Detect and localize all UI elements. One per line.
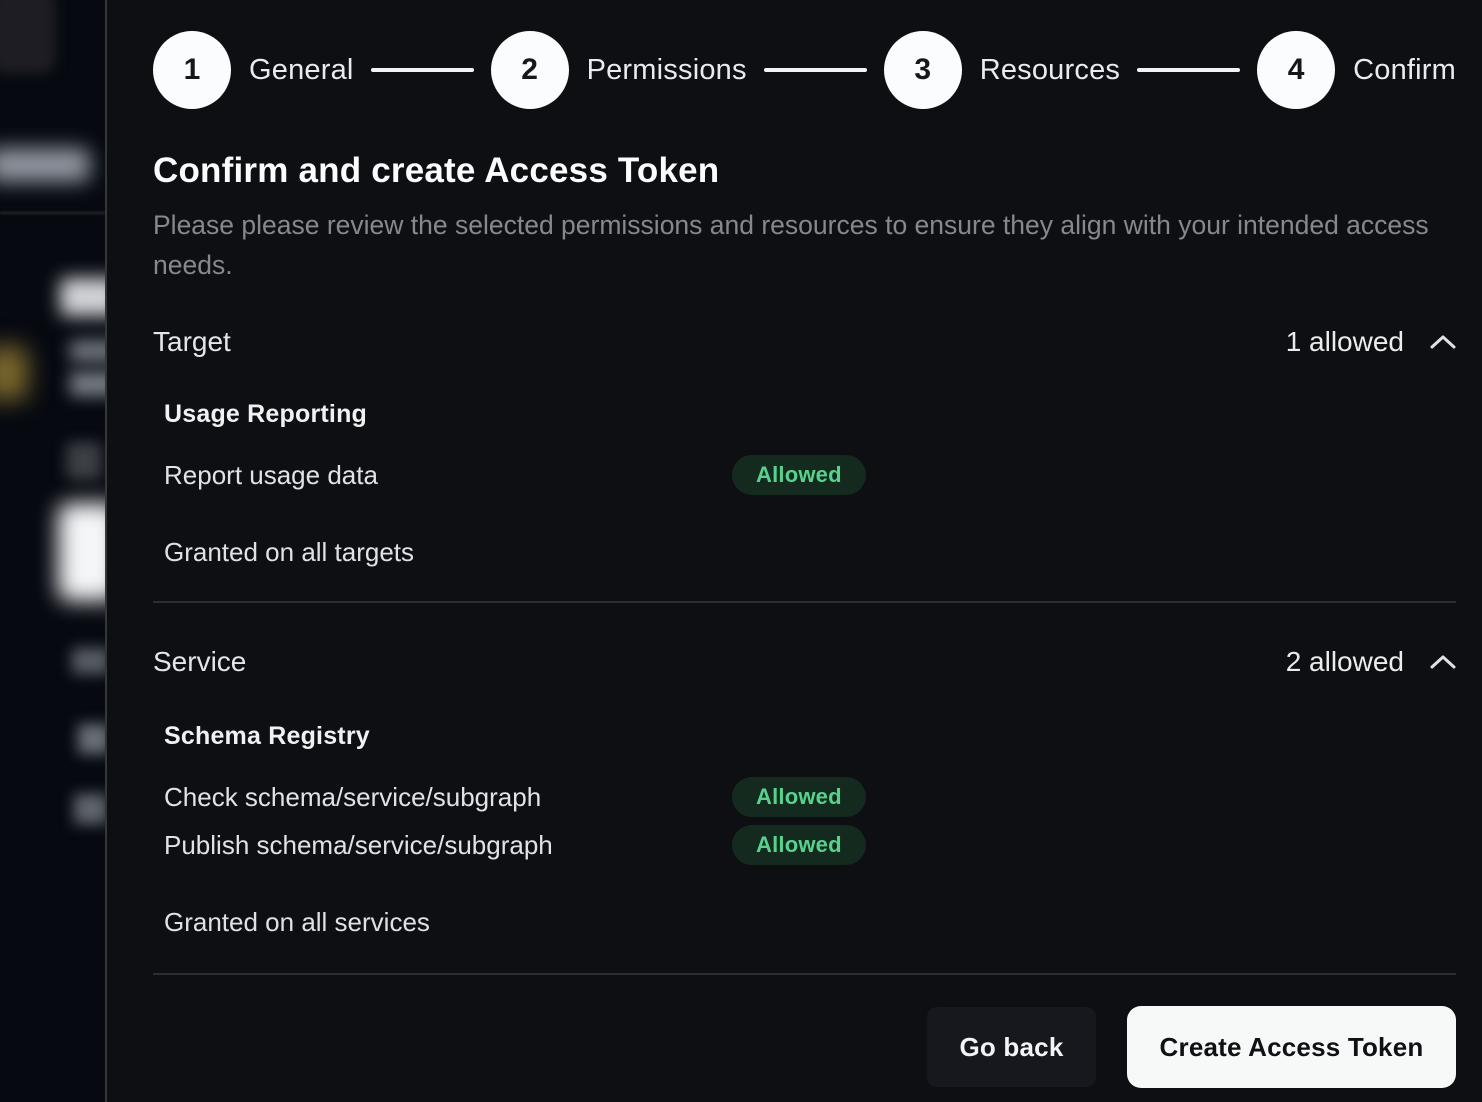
granted-note-targets: Granted on all targets <box>153 537 1456 567</box>
allowed-count: 1 allowed <box>1286 325 1404 359</box>
section-header-service[interactable]: Service 2 allowed <box>153 645 1456 679</box>
step-number-badge: 3 <box>884 31 962 109</box>
step-number: 1 <box>184 53 201 87</box>
permission-label: Publish schema/service/subgraph <box>164 830 732 861</box>
step-number-badge: 4 <box>1257 31 1335 109</box>
footer-divider <box>153 973 1456 975</box>
chevron-up-icon[interactable] <box>1430 334 1456 350</box>
page-description: Please please review the selected permis… <box>153 205 1453 285</box>
step-label: Permissions <box>587 54 747 87</box>
group-title: Usage Reporting <box>164 399 1456 429</box>
status-badge: Allowed <box>732 455 866 495</box>
permission-row: Check schema/service/subgraph Allowed <box>164 777 1456 817</box>
step-number: 2 <box>521 53 538 87</box>
section-name: Service <box>153 645 246 679</box>
step-label: General <box>249 54 354 87</box>
status-badge: Allowed <box>732 825 866 865</box>
blurred-icon <box>66 442 102 480</box>
create-access-token-modal: 1 General 2 Permissions 3 Resources 4 Co… <box>105 0 1482 1102</box>
step-resources[interactable]: 3 Resources <box>884 31 1120 109</box>
step-number: 4 <box>1288 53 1305 87</box>
step-confirm[interactable]: 4 Confirm <box>1257 31 1456 109</box>
step-general[interactable]: 1 General <box>153 31 354 109</box>
blurred-text-line <box>70 372 105 396</box>
screen: 1 General 2 Permissions 3 Resources 4 Co… <box>0 0 1482 1102</box>
permission-row: Report usage data Allowed <box>164 455 1456 495</box>
step-label: Confirm <box>1353 54 1456 87</box>
permission-label: Check schema/service/subgraph <box>164 782 732 813</box>
granted-note-services: Granted on all services <box>153 907 1456 937</box>
blurred-logo <box>0 0 56 74</box>
blurred-page-title <box>60 278 105 316</box>
create-access-token-button[interactable]: Create Access Token <box>1127 1006 1456 1088</box>
permission-row: Publish schema/service/subgraph Allowed <box>164 825 1456 865</box>
go-back-button[interactable]: Go back <box>927 1007 1096 1087</box>
blurred-sidebar-divider <box>0 212 105 214</box>
section-divider <box>153 601 1456 603</box>
blurred-white-button <box>58 503 105 601</box>
chevron-up-icon[interactable] <box>1430 654 1456 670</box>
page-title: Confirm and create Access Token <box>153 151 1456 191</box>
step-connector <box>371 68 474 72</box>
step-label: Resources <box>980 54 1120 87</box>
step-connector <box>1137 68 1240 72</box>
step-connector <box>764 68 867 72</box>
blurred-text-line <box>78 724 105 754</box>
step-number-badge: 2 <box>491 31 569 109</box>
permission-label: Report usage data <box>164 460 732 491</box>
step-permissions[interactable]: 2 Permissions <box>491 31 747 109</box>
blurred-text-line <box>74 794 105 824</box>
status-badge: Allowed <box>732 777 866 817</box>
permission-group-schema-registry: Schema Registry Check schema/service/sub… <box>153 721 1456 865</box>
section-header-target[interactable]: Target 1 allowed <box>153 325 1456 359</box>
section-name: Target <box>153 325 231 359</box>
group-title: Schema Registry <box>164 721 1456 751</box>
blurred-text-line <box>72 648 105 674</box>
step-number-badge: 1 <box>153 31 231 109</box>
wizard-stepper: 1 General 2 Permissions 3 Resources 4 Co… <box>153 31 1456 109</box>
blurred-sidebar-heading <box>0 148 90 182</box>
modal-footer: Go back Create Access Token <box>153 1006 1456 1088</box>
background-page-blurred <box>0 0 105 1102</box>
blurred-text-line <box>70 340 105 362</box>
step-number: 3 <box>914 53 931 87</box>
blurred-warning-block <box>0 346 28 400</box>
allowed-count: 2 allowed <box>1286 645 1404 679</box>
permission-group-usage-reporting: Usage Reporting Report usage data Allowe… <box>153 399 1456 495</box>
